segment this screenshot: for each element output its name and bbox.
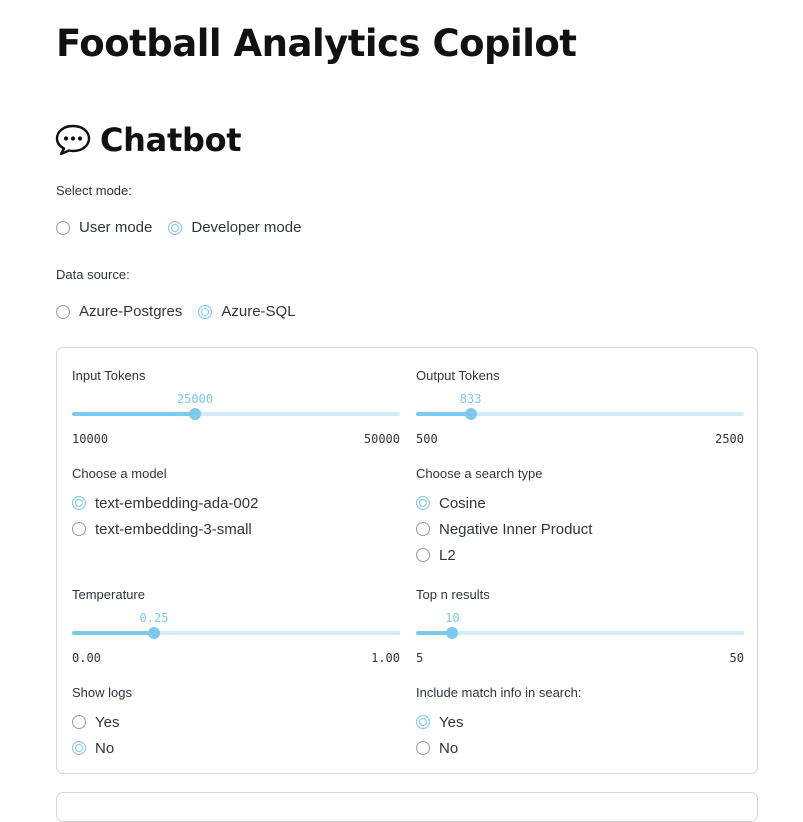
model-label: Choose a model [72, 466, 167, 481]
radio-circle[interactable] [56, 304, 70, 319]
temperature-label: Temperature [72, 587, 145, 602]
slider-max: 50 [729, 651, 744, 665]
match-info-label: Include match info in search: [416, 685, 582, 700]
search-option-label: Cosine [439, 494, 486, 512]
model-option-label: text-embedding-ada-002 [95, 494, 259, 512]
chatbot-heading: Chatbot [55, 121, 242, 159]
slider-max: 50000 [363, 432, 400, 446]
radio-circle[interactable] [72, 522, 86, 536]
source-option-postgres[interactable]: Azure-Postgres [56, 303, 182, 320]
input-tokens-label: Input Tokens [72, 368, 146, 383]
model-option-label: text-embedding-3-small [95, 520, 252, 538]
next-panel [56, 792, 758, 822]
source-option-label: Azure-SQL [221, 303, 296, 320]
input-tokens-slider[interactable]: 25000 10000 50000 [72, 382, 400, 446]
show-logs-option-label: No [95, 739, 115, 757]
data-source-radio-group: Azure-Postgres Azure-SQL [56, 303, 312, 320]
output-tokens-slider[interactable]: 833 500 2500 [416, 382, 744, 446]
radio-circle-selected[interactable] [72, 741, 86, 755]
slider-thumb[interactable] [189, 408, 201, 420]
radio-circle[interactable] [416, 522, 430, 536]
mode-label: Select mode: [56, 183, 132, 198]
model-radio-group: text-embedding-ada-002 text-embedding-3-… [72, 490, 258, 542]
radio-circle-selected[interactable] [416, 496, 430, 510]
search-option-cosine[interactable]: Cosine [416, 490, 592, 516]
search-type-label: Choose a search type [416, 466, 543, 481]
chatbot-heading-text: Chatbot [100, 121, 242, 159]
settings-panel: Input Tokens 25000 10000 50000 Output To… [56, 347, 758, 774]
match-info-radio-group: Yes No [416, 709, 463, 761]
show-logs-option-no[interactable]: No [72, 735, 119, 761]
show-logs-option-label: Yes [95, 713, 120, 731]
slider-value: 0.25 [139, 611, 169, 625]
slider-max: 1.00 [371, 651, 400, 665]
radio-circle[interactable] [416, 741, 430, 755]
top-n-slider[interactable]: 10 5 50 [416, 601, 744, 665]
search-option-label: Negative Inner Product [439, 520, 593, 538]
mode-radio-group: User mode Developer mode [56, 219, 317, 236]
slider-value: 833 [459, 392, 482, 406]
slider-min: 10000 [72, 432, 109, 446]
slider-thumb[interactable] [148, 627, 160, 639]
radio-circle[interactable] [72, 715, 86, 729]
slider-thumb[interactable] [464, 408, 477, 420]
show-logs-label: Show logs [72, 685, 132, 700]
slider-value: 10 [445, 611, 460, 625]
radio-circle-selected[interactable] [416, 715, 430, 729]
output-tokens-label: Output Tokens [416, 368, 500, 383]
source-option-label: Azure-Postgres [79, 303, 183, 320]
top-n-label: Top n results [416, 587, 490, 602]
slider-max: 2500 [715, 432, 744, 446]
match-info-option-no[interactable]: No [416, 735, 463, 761]
page-title: Football Analytics Copilot [56, 22, 577, 65]
slider-fill [416, 412, 471, 416]
search-option-label: L2 [439, 546, 456, 564]
speech-bubble-icon [55, 124, 91, 156]
slider-fill [72, 412, 195, 416]
match-info-option-label: No [439, 739, 459, 757]
mode-option-label: Developer mode [191, 219, 302, 236]
model-option-3-small[interactable]: text-embedding-3-small [72, 516, 258, 542]
search-option-l2[interactable]: L2 [416, 542, 592, 568]
radio-circle-selected[interactable] [168, 220, 183, 235]
radio-circle-selected[interactable] [72, 496, 86, 510]
show-logs-radio-group: Yes No [72, 709, 119, 761]
search-type-radio-group: Cosine Negative Inner Product L2 [416, 490, 592, 568]
mode-option-user[interactable]: User mode [56, 219, 152, 236]
match-info-option-label: Yes [439, 713, 464, 731]
data-source-label: Data source: [56, 267, 130, 282]
temperature-slider[interactable]: 0.25 0.00 1.00 [72, 601, 400, 665]
slider-fill [72, 631, 154, 635]
radio-circle[interactable] [56, 220, 70, 235]
mode-option-label: User mode [79, 219, 153, 236]
search-option-negative-inner-product[interactable]: Negative Inner Product [416, 516, 592, 542]
slider-min: 0.00 [72, 651, 101, 665]
radio-circle[interactable] [416, 548, 430, 562]
slider-min: 500 [416, 432, 438, 446]
slider-track[interactable] [416, 631, 744, 635]
slider-thumb[interactable] [446, 627, 459, 639]
show-logs-option-yes[interactable]: Yes [72, 709, 119, 735]
source-option-sql[interactable]: Azure-SQL [198, 303, 296, 320]
match-info-option-yes[interactable]: Yes [416, 709, 463, 735]
slider-min: 5 [416, 651, 424, 665]
radio-circle-selected[interactable] [198, 304, 213, 319]
slider-value: 25000 [176, 392, 214, 406]
mode-option-developer[interactable]: Developer mode [168, 219, 301, 236]
model-option-ada[interactable]: text-embedding-ada-002 [72, 490, 258, 516]
